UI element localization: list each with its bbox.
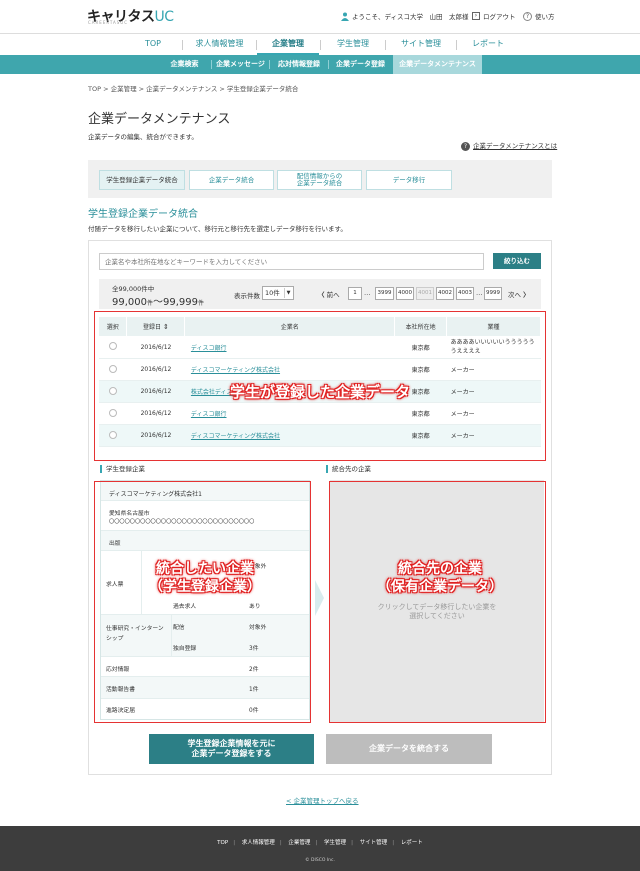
target-heading: 統合先の企業 bbox=[326, 465, 371, 473]
annotation-box-target bbox=[329, 481, 546, 723]
chevron-right-icon: 〉 bbox=[523, 291, 530, 299]
footer-link-report[interactable]: レポート bbox=[401, 840, 423, 846]
section-title: 学生登録企業データ統合 bbox=[88, 209, 198, 220]
maintenance-help-link[interactable]: ? 企業データメンテナンスとは bbox=[461, 140, 557, 151]
welcome-text: ようこそ、ディスコ大学 山田 太郎様 bbox=[352, 13, 469, 21]
topnav-site-management[interactable]: サイト管理 bbox=[386, 34, 456, 56]
back-to-company-top-link[interactable]: < 企業管理トップへ戻る bbox=[286, 795, 359, 805]
current-page: 4001 bbox=[416, 287, 434, 300]
per-page-select[interactable]: 10件 ▼ bbox=[262, 286, 294, 300]
topnav-top[interactable]: TOP bbox=[124, 34, 182, 56]
annotation-table-label: 学生が登録した企業データ bbox=[229, 383, 410, 401]
subnav-company-data-registration[interactable]: 企業データ登録 bbox=[329, 55, 392, 74]
footer-link-companies[interactable]: 企業管理 bbox=[288, 840, 310, 846]
footer-link-students[interactable]: 学生管理 bbox=[324, 840, 346, 846]
page-button[interactable]: 9999 bbox=[484, 287, 502, 300]
page-button[interactable]: 3999 bbox=[375, 287, 394, 300]
source-heading: 学生登録企業 bbox=[100, 465, 145, 473]
section-description: 付随データを移行したい企業について、移行元と移行先を選定しデータ移行を行います。 bbox=[88, 225, 347, 233]
result-range: 99,000件～99,999件 bbox=[112, 297, 205, 308]
annotation-source-label-1: 統合したい企業 bbox=[156, 561, 254, 577]
tab-bar: 学生登録企業データ統合 企業データ統合 配信情報からの 企業データ統合 データ移… bbox=[88, 160, 552, 198]
subnav-company-search[interactable]: 企業検索 bbox=[158, 55, 211, 74]
page-description: 企業データの編集、統合ができます。 bbox=[88, 133, 198, 141]
logout-icon: › bbox=[472, 12, 480, 20]
topnav-company-management[interactable]: 企業管理 bbox=[257, 34, 319, 56]
sub-navigation: 企業検索 企業メッセージ 応対情報登録 企業データ登録 企業データメンテナンス bbox=[0, 55, 640, 74]
prev-page-link[interactable]: 〈 前へ bbox=[318, 289, 340, 299]
next-page-link[interactable]: 次へ 〉 bbox=[508, 289, 530, 299]
subnav-company-data-maintenance[interactable]: 企業データメンテナンス bbox=[393, 55, 482, 74]
total-count: 全99,000件中 bbox=[112, 285, 155, 293]
arrow-right-icon bbox=[315, 580, 324, 616]
copyright: © DISCO Inc. bbox=[305, 858, 335, 863]
tab-student-company-merge[interactable]: 学生登録企業データ統合 bbox=[99, 170, 185, 190]
topnav-student-management[interactable]: 学生管理 bbox=[321, 34, 385, 56]
per-page-label: 表示件数 bbox=[234, 292, 260, 300]
tab-distribution-merge[interactable]: 配信情報からの 企業データ統合 bbox=[277, 170, 362, 190]
user-icon bbox=[341, 12, 349, 21]
topnav-job-management[interactable]: 求人情報管理 bbox=[183, 34, 256, 56]
footer-link-site[interactable]: サイト管理 bbox=[360, 840, 388, 846]
page-button[interactable]: 4002 bbox=[436, 287, 454, 300]
topnav-report[interactable]: レポート bbox=[457, 34, 519, 56]
page-button[interactable]: 1 bbox=[348, 287, 362, 300]
footer-links: TOP | 求人情報管理 | 企業管理 | 学生管理 | サイト管理 | レポート bbox=[217, 840, 423, 846]
merge-button[interactable]: 企業データを統合する bbox=[326, 734, 492, 764]
filter-button[interactable]: 絞り込む bbox=[493, 253, 541, 269]
register-from-student-button[interactable]: 学生登録企業情報を元に 企業データ登録をする bbox=[149, 734, 314, 764]
page-button[interactable]: 4000 bbox=[396, 287, 414, 300]
breadcrumb: TOP > 企業管理 > 企業データメンテナンス > 学生登録企業データ統合 bbox=[88, 85, 299, 93]
annotation-target-label-1: 統合先の企業 bbox=[398, 561, 482, 577]
help-link[interactable]: ? 使い方 bbox=[523, 11, 555, 21]
page-title: 企業データメンテナンス bbox=[88, 112, 231, 127]
page-button[interactable]: 4003 bbox=[456, 287, 474, 300]
footer-link-top[interactable]: TOP bbox=[217, 840, 228, 846]
chevron-down-icon: ▼ bbox=[284, 288, 292, 298]
welcome-area: ようこそ、ディスコ大学 山田 太郎様 bbox=[341, 11, 469, 21]
tab-data-migration[interactable]: データ移行 bbox=[366, 170, 452, 190]
subnav-response-registration[interactable]: 応対情報登録 bbox=[270, 55, 328, 74]
logo-subtitle: CAREERTASUC bbox=[88, 20, 128, 25]
question-icon: ? bbox=[523, 11, 532, 21]
logout-link[interactable]: › ログアウト bbox=[472, 11, 516, 21]
page-ellipsis: … bbox=[364, 289, 371, 297]
footer bbox=[0, 826, 640, 871]
search-input[interactable] bbox=[99, 253, 484, 270]
tab-company-data-merge[interactable]: 企業データ統合 bbox=[189, 170, 274, 190]
annotation-box-source bbox=[94, 481, 311, 723]
chevron-left-icon: 〈 bbox=[318, 291, 325, 299]
footer-link-jobs[interactable]: 求人情報管理 bbox=[242, 840, 275, 846]
annotation-source-label-2: （学生登録企業） bbox=[149, 579, 261, 595]
page-ellipsis: … bbox=[476, 289, 483, 297]
subnav-company-message[interactable]: 企業メッセージ bbox=[212, 55, 269, 74]
annotation-target-label-2: （保有企業データ） bbox=[377, 579, 503, 595]
question-icon: ? bbox=[461, 141, 470, 151]
top-navigation: TOP 求人情報管理 企業管理 学生管理 サイト管理 レポート bbox=[0, 33, 640, 56]
